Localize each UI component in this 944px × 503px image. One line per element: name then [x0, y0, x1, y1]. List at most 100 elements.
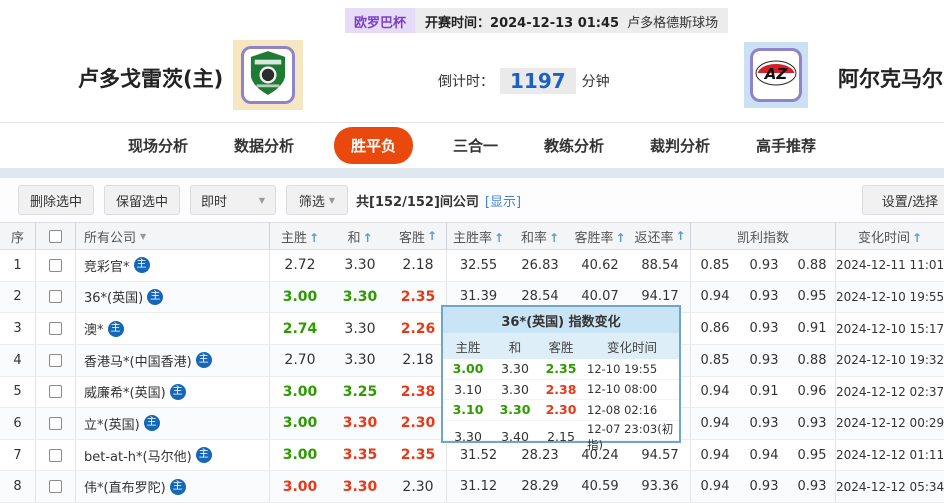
- kelly-away: 0.91: [789, 313, 836, 344]
- delete-selected-button[interactable]: 删除选中: [18, 185, 94, 215]
- popup-away-odds: 2.35: [537, 361, 585, 376]
- header-home-rate[interactable]: 主胜率↑: [447, 227, 510, 246]
- kelly-draw: 0.94: [739, 448, 789, 463]
- change-time: 2024-12-12 02:37: [836, 385, 944, 399]
- row-seq: 8: [0, 471, 36, 502]
- popup-header-time: 变化时间: [585, 337, 679, 356]
- row-checkbox[interactable]: [49, 354, 62, 367]
- company-home-icon[interactable]: 主: [196, 447, 212, 463]
- kelly-draw: 0.93: [739, 353, 789, 368]
- home-odds: 3.00: [270, 384, 330, 400]
- popup-row: 3.00 3.30 2.35 12-10 19:55: [443, 359, 679, 380]
- header-home-odds[interactable]: 主胜↑: [270, 227, 330, 246]
- company-name[interactable]: bet-at-h*(马尔他): [84, 446, 192, 465]
- row-seq: 4: [0, 345, 36, 376]
- company-name[interactable]: 威廉希*(英国): [84, 382, 166, 401]
- company-home-icon[interactable]: 主: [147, 289, 163, 305]
- popup-draw-odds: 3.30: [493, 361, 537, 376]
- popup-home-odds: 3.30: [443, 429, 493, 444]
- sort-up-icon: ↑: [615, 231, 625, 245]
- header-away-rate[interactable]: 客胜率↑: [570, 227, 630, 246]
- company-home-icon[interactable]: 主: [108, 321, 124, 337]
- table-row: 7 bet-at-h*(马尔他)主 3.00 3.35 2.35 31.52 2…: [0, 440, 944, 472]
- popup-draw-odds: 3.30: [493, 402, 537, 417]
- company-name[interactable]: 伟*(直布罗陀): [84, 477, 166, 496]
- kelly-home: 0.86: [691, 321, 739, 336]
- match-header: 欧罗巴杯 开赛时间：2024-12-13 01:45卢多格德斯球场 卢多戈雷茨(…: [0, 0, 944, 122]
- kelly-away: 0.88: [789, 345, 836, 376]
- home-odds: 2.74: [270, 321, 330, 337]
- popup-change-time: 12-10 08:00: [585, 382, 679, 396]
- kelly-draw: 0.93: [739, 289, 789, 304]
- header-return-rate[interactable]: 返还率↑: [630, 223, 691, 249]
- company-cell: 竞彩官*主: [76, 250, 270, 281]
- header-away-odds[interactable]: 客胜↑: [390, 223, 447, 249]
- header-company[interactable]: 所有公司▼: [76, 223, 270, 249]
- sort-up-icon: ↑: [427, 229, 437, 243]
- company-home-icon[interactable]: 主: [144, 415, 160, 431]
- settings-button[interactable]: 设置/选择: [862, 185, 944, 215]
- row-checkbox[interactable]: [49, 259, 62, 272]
- home-team-logo[interactable]: [233, 40, 303, 110]
- company-home-icon[interactable]: 主: [170, 479, 186, 495]
- select-all-checkbox[interactable]: [49, 230, 62, 243]
- nav-tab-1[interactable]: 数据分析: [228, 127, 300, 164]
- row-checkbox[interactable]: [49, 385, 62, 398]
- company-cell: bet-at-h*(马尔他)主: [76, 440, 270, 471]
- row-checkbox[interactable]: [49, 322, 62, 335]
- draw-odds: 3.30: [330, 257, 390, 273]
- keep-selected-button[interactable]: 保留选中: [104, 185, 180, 215]
- company-name[interactable]: 澳*: [84, 319, 104, 338]
- nav-tab-0[interactable]: 现场分析: [122, 127, 194, 164]
- header-draw-odds[interactable]: 和↑: [330, 227, 390, 246]
- return-rate: 88.54: [630, 250, 691, 281]
- header-change-time[interactable]: 变化时间↑: [836, 227, 944, 246]
- nav-tab-3[interactable]: 三合一: [447, 127, 504, 164]
- countdown-unit: 分钟: [582, 71, 610, 91]
- nav-tab-4[interactable]: 教练分析: [538, 127, 610, 164]
- nav-tab-5[interactable]: 裁判分析: [644, 127, 716, 164]
- popup-body: 3.00 3.30 2.35 12-10 19:55 3.10 3.30 2.3…: [443, 359, 679, 441]
- kelly-draw: 0.93: [739, 321, 789, 336]
- home-crest-icon: [249, 50, 287, 100]
- row-checkbox[interactable]: [49, 290, 62, 303]
- away-odds: 2.26: [390, 313, 447, 344]
- company-home-icon[interactable]: 主: [196, 352, 212, 368]
- home-rate: 31.12: [447, 479, 510, 494]
- company-name[interactable]: 竞彩官*: [84, 256, 130, 275]
- company-home-icon[interactable]: 主: [134, 257, 150, 273]
- company-name[interactable]: 香港马*(中国香港): [84, 351, 192, 370]
- company-cell: 澳*主: [76, 313, 270, 344]
- row-checkbox[interactable]: [49, 480, 62, 493]
- show-link[interactable]: [显示]: [485, 191, 521, 210]
- nav-tab-2[interactable]: 胜平负: [334, 127, 413, 164]
- league-badge[interactable]: 欧罗巴杯: [345, 8, 415, 33]
- company-cell: 立*(英国)主: [76, 408, 270, 439]
- row-seq: 3: [0, 313, 36, 344]
- change-time: 2024-12-12 00:29: [836, 416, 944, 430]
- popup-row: 3.10 3.30 2.30 12-08 02:16: [443, 400, 679, 421]
- away-team-logo[interactable]: AZ: [744, 42, 808, 108]
- row-seq: 6: [0, 408, 36, 439]
- company-cell: 威廉希*(英国)主: [76, 377, 270, 408]
- company-name[interactable]: 36*(英国): [84, 287, 143, 306]
- company-home-icon[interactable]: 主: [170, 384, 186, 400]
- time-filter-select[interactable]: 即时▼: [190, 185, 276, 215]
- nav-tab-6[interactable]: 高手推荐: [750, 127, 822, 164]
- change-time: 2024-12-12 01:11: [836, 448, 944, 462]
- away-odds: 2.35: [390, 440, 447, 471]
- row-checkbox[interactable]: [49, 449, 62, 462]
- row-checkbox[interactable]: [49, 417, 62, 430]
- filter-button[interactable]: 筛选▼: [286, 185, 348, 215]
- table-header-row: 序 所有公司▼ 主胜↑ 和↑ 客胜↑ 主胜率↑ 和率↑ 客胜率↑ 返还率↑ 凯利…: [0, 222, 944, 250]
- change-time: 2024-12-10 19:55: [836, 290, 944, 304]
- company-count: 共[152/152]间公司 [显示]: [356, 185, 521, 215]
- header-draw-rate[interactable]: 和率↑: [510, 227, 570, 246]
- svg-text:AZ: AZ: [764, 65, 789, 83]
- sort-up-icon: ↑: [494, 231, 504, 245]
- home-team-name: 卢多戈雷茨(主): [78, 63, 223, 93]
- venue: 卢多格德斯球场: [627, 16, 718, 31]
- company-name[interactable]: 立*(英国): [84, 414, 140, 433]
- kelly-draw: 0.91: [739, 384, 789, 399]
- home-rate: 31.52: [447, 448, 510, 463]
